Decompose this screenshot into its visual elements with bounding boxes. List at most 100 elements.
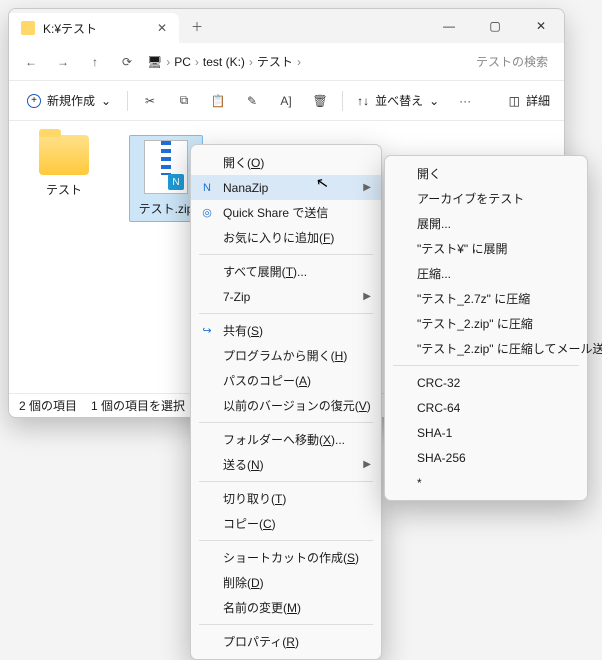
submenu-arrow-icon: ▶ [363,291,371,302]
menu-item-label: お気に入りに追加(F) [223,229,334,246]
menu-item[interactable]: アーカイブをテスト [385,186,587,211]
up-button[interactable]: ↑ [79,47,111,77]
delete-button[interactable]: 🗑 [304,87,336,115]
crumb-pc[interactable]: PC [174,55,191,69]
share-button[interactable]: A] [270,87,302,115]
rename-button[interactable]: ✎ [236,87,268,115]
new-tab-button[interactable]: ＋ [179,9,215,43]
paste-button[interactable]: 📋 [202,87,234,115]
menu-item-label: 共有(S) [223,322,263,339]
close-button[interactable]: ✕ [518,9,564,43]
menu-item[interactable]: 名前の変更(M) [191,595,381,620]
menu-item[interactable]: 圧縮... [385,261,587,286]
menu-separator [199,254,373,255]
menu-item-icon: ◎ [200,206,214,219]
search-input[interactable]: テストの検索 [466,53,558,70]
menu-item[interactable]: 送る(N)▶ [191,452,381,477]
menu-item[interactable]: ◎Quick Share で送信 [191,200,381,225]
menu-item[interactable]: 開く(O) [191,150,381,175]
menu-item-label: パスのコピー(A) [223,372,311,389]
menu-item[interactable]: "テスト_2.zip" に圧縮 [385,311,587,336]
menu-item-label: "テスト_2.7z" に圧縮 [417,290,530,307]
menu-separator [199,624,373,625]
sort-icon: ↑↓ [357,94,369,108]
forward-button[interactable]: → [47,47,79,77]
menu-item[interactable]: "テスト_2.7z" に圧縮 [385,286,587,311]
crumb-sep: › [297,55,301,69]
menu-item[interactable]: 切り取り(T) [191,486,381,511]
menu-item[interactable]: 展開... [385,211,587,236]
menu-item-label: 開く(O) [223,154,264,171]
minimize-button[interactable]: — [426,9,472,43]
menu-item[interactable]: ショートカットの作成(S) [191,545,381,570]
menu-separator [199,481,373,482]
new-button[interactable]: + 新規作成 ⌄ [17,87,121,115]
menu-item[interactable]: CRC-32 [385,370,587,395]
status-selection: 1 個の項目を選択 [91,397,185,414]
menu-item-label: 名前の変更(M) [223,599,301,616]
tab-title: K:¥テスト [43,20,97,37]
plus-icon: + [27,94,41,108]
menu-item-label: "テスト_2.zip" に圧縮 [417,315,533,332]
refresh-button[interactable]: ⟳ [111,47,143,77]
menu-item-label: アーカイブをテスト [417,190,524,207]
sort-button[interactable]: ↑↓ 並べ替え ⌄ [349,92,447,109]
menu-item[interactable]: * [385,470,587,495]
crumb-drive[interactable]: test (K:) [203,55,245,69]
more-button[interactable]: ··· [449,87,481,115]
menu-item-label: 開く [417,165,441,182]
crumb-sep: › [166,55,170,69]
status-count: 2 個の項目 [19,397,77,414]
menu-item-label: ショートカットの作成(S) [223,549,359,566]
breadcrumb[interactable]: 🖥 › PC › test (K:) › テスト › [147,53,466,70]
menu-item[interactable]: "テスト_2.zip" に圧縮してメール送信 [385,336,587,361]
maximize-button[interactable]: ▢ [472,9,518,43]
menu-item-label: フォルダーへ移動(X)... [223,431,345,448]
menu-item[interactable]: 以前のバージョンの復元(V) [191,393,381,418]
menu-item[interactable]: コピー(C) [191,511,381,536]
context-menu[interactable]: 開く(O) NNanaZip▶◎Quick Share で送信お気に入りに追加(F… [190,144,382,660]
menu-item[interactable]: プロパティ(R) [191,629,381,654]
divider [342,91,343,111]
menu-item[interactable]: フォルダーへ移動(X)... [191,427,381,452]
menu-item-label: すべて展開(T)... [223,263,307,280]
menu-item-label: 削除(D) [223,574,264,591]
crumb-sep: › [195,55,199,69]
details-label: 詳細 [526,92,550,109]
menu-item[interactable]: ↪ 共有(S) [191,318,381,343]
folder-item[interactable]: テスト [27,135,101,198]
menu-item-label: SHA-1 [417,426,452,440]
menu-item[interactable]: SHA-1 [385,420,587,445]
tab-active[interactable]: K:¥テスト ✕ [9,13,179,43]
folder-icon [21,21,35,35]
details-icon: ◫ [509,94,520,108]
context-submenu-nanazip[interactable]: 開くアーカイブをテスト展開..."テスト¥" に展開圧縮... "テスト_2.7z… [384,155,588,501]
menu-item-icon: ↪ [200,324,214,337]
menu-item[interactable]: 開く [385,161,587,186]
crumb-folder[interactable]: テスト [257,53,293,70]
menu-item-label: CRC-32 [417,376,460,390]
item-label: テスト [46,181,82,198]
menu-separator [199,313,373,314]
details-button[interactable]: ◫ 詳細 [503,92,556,109]
menu-item[interactable]: CRC-64 [385,395,587,420]
menu-item-label: 7-Zip [223,290,250,304]
menu-item[interactable]: SHA-256 [385,445,587,470]
menu-item-label: NanaZip [223,181,268,195]
menu-separator [199,540,373,541]
menu-item[interactable]: お気に入りに追加(F) [191,225,381,250]
cut-button[interactable]: ✂ [134,87,166,115]
menu-item-label: "テスト_2.zip" に圧縮してメール送信 [417,340,602,357]
copy-button[interactable]: ⧉ [168,87,200,115]
menu-item[interactable]: すべて展開(T)... [191,259,381,284]
zip-icon [144,140,188,194]
menu-item[interactable]: 削除(D) [191,570,381,595]
menu-separator [199,422,373,423]
menu-item[interactable]: 7-Zip ▶ [191,284,381,309]
tab-close-icon[interactable]: ✕ [157,21,167,35]
menu-item[interactable]: NNanaZip▶ [191,175,381,200]
menu-item[interactable]: プログラムから開く(H) [191,343,381,368]
back-button[interactable]: ← [15,47,47,77]
menu-item[interactable]: パスのコピー(A) [191,368,381,393]
menu-item[interactable]: "テスト¥" に展開 [385,236,587,261]
